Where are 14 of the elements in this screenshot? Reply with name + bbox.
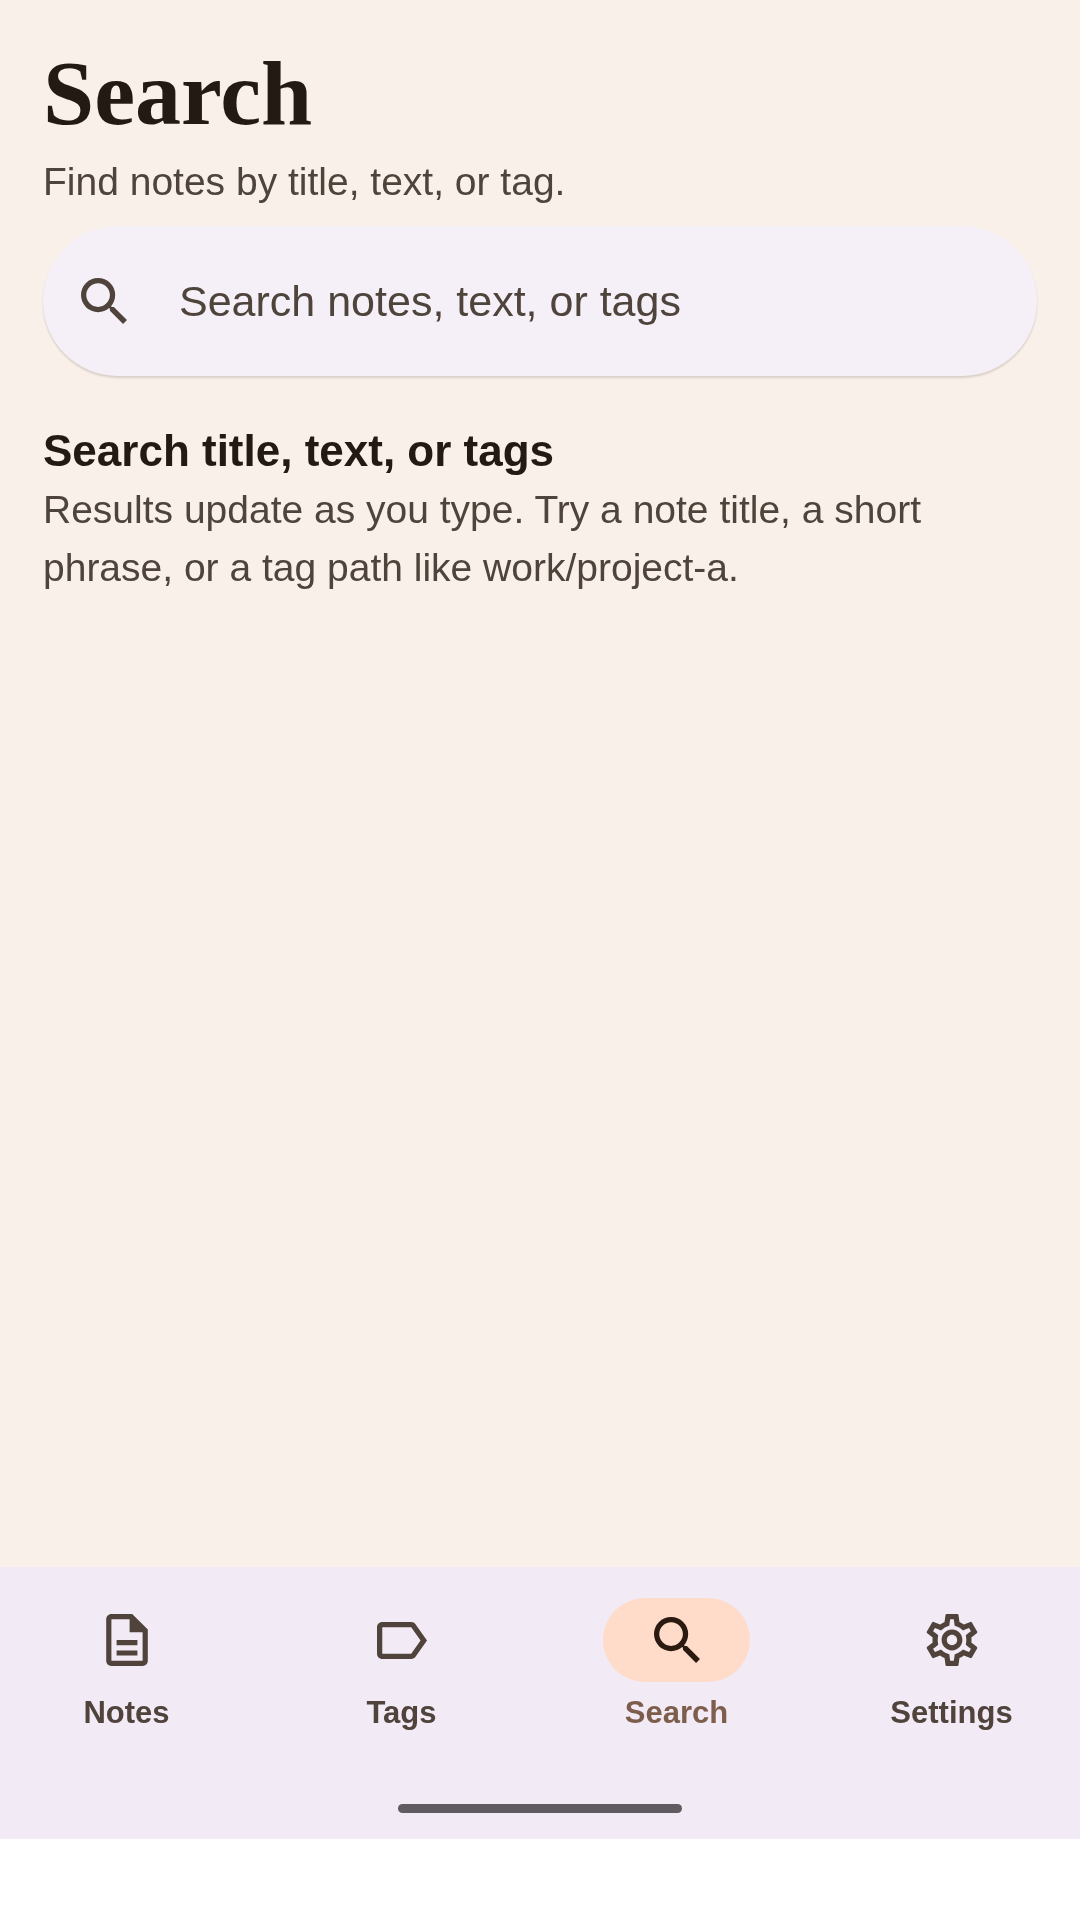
search-icon xyxy=(653,1617,700,1663)
nav-tab[interactable]: Notes xyxy=(53,1567,200,1767)
document-icon xyxy=(105,1614,148,1666)
search-icon xyxy=(81,278,127,324)
nav-tab[interactable]: Settings xyxy=(878,1567,1025,1767)
settings-icon xyxy=(925,1614,978,1666)
page-subtitle: Find notes by title, text, or tag. xyxy=(43,159,566,205)
page-title: Search xyxy=(43,47,313,139)
nav-tab[interactable]: Tags xyxy=(328,1567,475,1767)
empty-state-description: Results update as you type. Try a note title, a short phrase, or a tag path like work/project-a. xyxy=(43,487,922,591)
search-field[interactable]: Search notes, text, or tags xyxy=(43,226,1037,376)
tag-icon xyxy=(376,1621,427,1659)
nav-tab[interactable]: Search xyxy=(603,1567,750,1767)
empty-state-heading: Search title, text, or tags xyxy=(43,425,555,477)
